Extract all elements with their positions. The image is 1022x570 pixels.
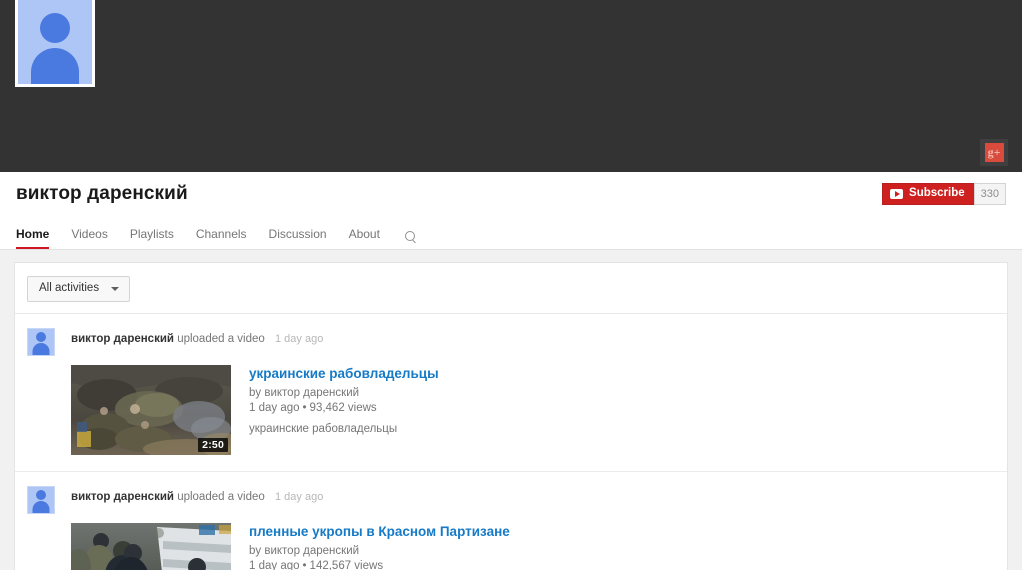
channel-header: виктор даренский Subscribe 330 Home Vide… [0,172,1022,250]
avatar-body-shape [32,500,50,513]
channel-title-row: виктор даренский Subscribe 330 [0,172,1022,216]
channel-avatar[interactable] [15,0,95,87]
avatar-head-shape [40,13,70,44]
activity-timestamp: 1 day ago [275,332,324,345]
google-plus-glyph: g+ [984,143,1004,162]
avatar-body-shape [31,48,79,84]
activity-feed-card: All activities виктор даренский uploaded… [14,262,1008,570]
youtube-channel-page: g+ виктор даренский Subscribe 330 Home V… [0,0,1022,570]
video-thumbnail[interactable]: 2:50 [71,364,231,455]
avatar[interactable] [27,485,55,514]
subscriber-count[interactable]: 330 [973,183,1006,205]
video-view-count: 142,567 views [309,560,384,570]
activity-meta: виктор даренский uploaded a video 1 day … [71,328,323,345]
tab-about[interactable]: About [338,228,391,249]
search-glyph [404,231,416,242]
video-description: украинские рабовладельцы [249,422,398,435]
video-info: пленные укропы в Красном Партизане by ви… [249,523,510,570]
activity-user[interactable]: виктор даренский [71,491,174,503]
avatar-body-shape [32,342,50,355]
stats-separator: • [302,560,307,570]
activity-user[interactable]: виктор даренский [71,333,174,345]
video-upload-time: 1 day ago [249,402,300,415]
video-view-count: 93,462 views [309,402,377,415]
youtube-play-icon [890,189,904,199]
subscribe-button-label: Subscribe [909,187,965,200]
video-item: 7:47 пленные укропы в Красном Партизане … [71,522,995,570]
all-activities-dropdown[interactable]: All activities [27,276,131,302]
tab-playlists[interactable]: Playlists [119,228,185,249]
list-item: виктор даренский uploaded a video 1 day … [15,314,1007,471]
channel-tabs: Home Videos Playlists Channels Discussio… [0,216,1022,249]
all-activities-label: All activities [39,282,100,294]
video-title-link[interactable]: пленные укропы в Красном Партизане [249,524,510,540]
video-thumbnail[interactable]: 7:47 [71,522,231,570]
search-icon[interactable] [391,231,426,249]
google-plus-icon[interactable]: g+ [980,139,1008,166]
activity-header: виктор даренский uploaded a video 1 day … [27,485,995,514]
content-area: All activities виктор даренский uploaded… [0,250,1022,570]
video-item: 2:50 украинские рабовладельцы by виктор … [71,364,995,455]
avatar[interactable] [27,327,55,356]
chevron-down-icon [111,286,120,291]
subscribe-group: Subscribe 330 [882,183,1006,205]
video-info: украинские рабовладельцы by виктор дарен… [249,365,439,455]
video-stats: 1 day ago • 93,462 views [249,401,439,417]
tab-discussion[interactable]: Discussion [258,228,338,249]
activity-timestamp: 1 day ago [275,490,324,503]
page-title: виктор даренский [16,183,188,204]
activity-action: uploaded a video [177,490,265,503]
video-upload-time: 1 day ago [249,560,300,570]
video-stats: 1 day ago • 142,567 views [249,559,510,570]
filter-row: All activities [15,263,1007,313]
subscribe-button[interactable]: Subscribe [882,183,974,205]
activity-meta: виктор даренский uploaded a video 1 day … [71,486,323,503]
stats-separator: • [302,402,307,415]
video-title-link[interactable]: украинские рабовладельцы [249,366,439,382]
channel-banner: g+ [0,0,1022,172]
tab-videos[interactable]: Videos [60,228,118,249]
thumbnail-image [71,522,231,570]
avatar-head-shape [36,490,46,501]
tab-channels[interactable]: Channels [185,228,258,249]
tab-home[interactable]: Home [16,228,60,249]
activity-action: uploaded a video [177,332,265,345]
video-duration: 2:50 [198,437,228,452]
avatar-head-shape [36,332,46,343]
user-avatar-icon [18,0,92,84]
list-item: виктор даренский uploaded a video 1 day … [15,470,1007,570]
video-author: by виктор даренский [249,386,360,399]
video-author: by виктор даренский [249,544,360,557]
activity-header: виктор даренский uploaded a video 1 day … [27,327,995,356]
